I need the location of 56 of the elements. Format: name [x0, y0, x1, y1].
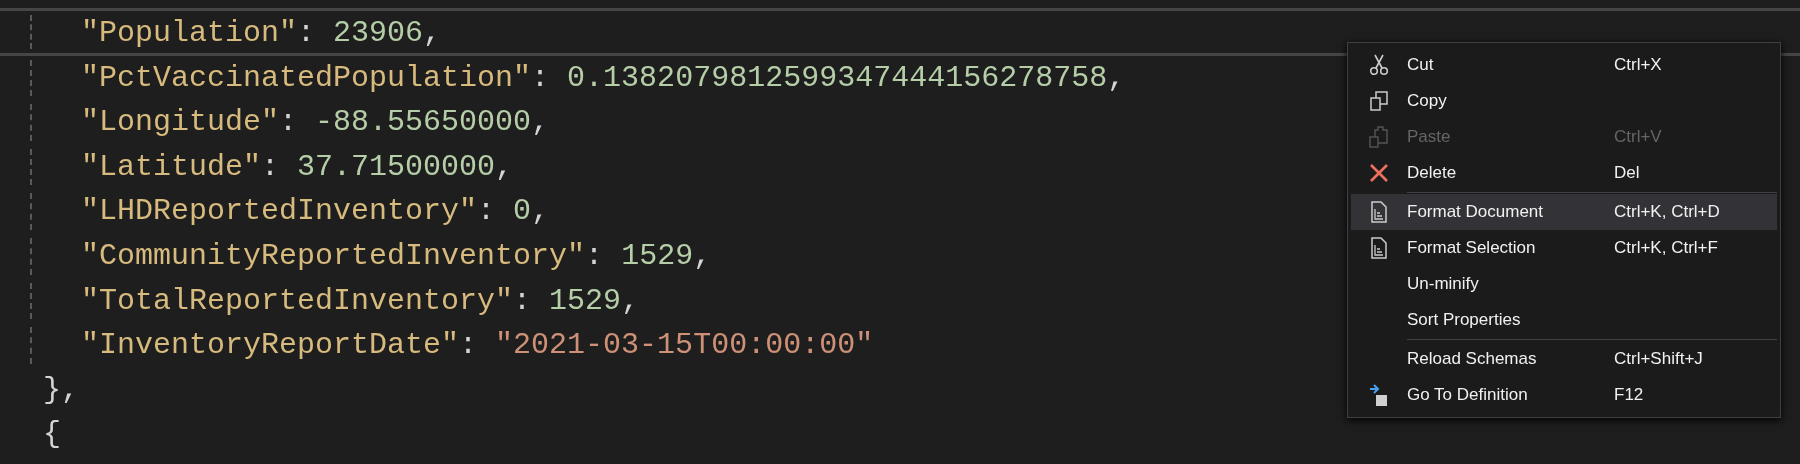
document-icon — [1370, 237, 1388, 259]
menu-item[interactable]: Cut Ctrl+X — [1351, 47, 1777, 83]
punctuation: , — [1107, 60, 1126, 95]
number-value: 1529 — [621, 238, 694, 273]
punctuation: : — [531, 60, 551, 95]
scissors-icon — [1369, 54, 1389, 76]
copy-icon — [1369, 90, 1389, 112]
punctuation: { — [43, 417, 62, 452]
menu-item[interactable]: Copy — [1351, 83, 1777, 119]
punctuation: }, — [43, 372, 80, 407]
punctuation: , — [621, 283, 640, 318]
punctuation: , — [495, 149, 514, 184]
number-value: -88.55650000 — [315, 105, 532, 140]
punctuation: : — [477, 194, 497, 229]
shortcut-text: Ctrl+K, Ctrl+F — [1614, 238, 1718, 258]
punctuation: , — [423, 16, 442, 50]
property-key: "Longitude" — [81, 105, 280, 140]
property-key: "Population" — [81, 16, 298, 50]
number-value: 37.71500000 — [297, 149, 496, 184]
punctuation: , — [531, 194, 550, 229]
shortcut-text: Del — [1614, 163, 1640, 183]
shortcut-text: Ctrl+K, Ctrl+D — [1614, 202, 1720, 222]
number-value: 1529 — [549, 283, 622, 318]
string-value: "2021-03-15T00:00:00" — [495, 328, 874, 363]
menu-item[interactable]: Un-minify — [1351, 266, 1777, 302]
menu-item[interactable]: Delete Del — [1351, 155, 1777, 191]
property-key: "LHDReportedInventory" — [81, 194, 478, 229]
menu-item[interactable]: Sort Properties — [1351, 302, 1777, 338]
shortcut-text: Ctrl+Shift+J — [1614, 349, 1703, 369]
document-icon — [1370, 201, 1388, 223]
property-key: "CommunityReportedInventory" — [81, 238, 586, 273]
shortcut-text: Ctrl+X — [1614, 55, 1662, 75]
shortcut-text: Ctrl+V — [1614, 127, 1662, 147]
number-value: 0 — [513, 194, 532, 229]
shortcut-text: F12 — [1614, 385, 1644, 405]
punctuation: , — [693, 238, 712, 273]
property-key: "TotalReportedInventory" — [81, 283, 514, 318]
number-value: 0.1382079812599347444156278758 — [567, 60, 1108, 95]
punctuation: : — [513, 283, 533, 318]
punctuation: : — [279, 105, 299, 140]
arrow-box-icon — [1369, 383, 1389, 407]
property-key: "InventoryReportDate" — [81, 328, 460, 363]
property-key: "Latitude" — [81, 149, 262, 184]
menu-item[interactable]: Reload Schemas Ctrl+Shift+J — [1351, 341, 1777, 377]
menu-item[interactable]: Format Document Ctrl+K, Ctrl+D — [1351, 194, 1777, 230]
punctuation: : — [585, 238, 605, 273]
menu-item[interactable]: Go To Definition F12 — [1351, 377, 1777, 413]
menu-item[interactable]: Format Selection Ctrl+K, Ctrl+F — [1351, 230, 1777, 266]
punctuation: , — [531, 105, 550, 140]
paste-icon — [1369, 126, 1389, 148]
close-icon — [1369, 163, 1389, 183]
punctuation: : — [459, 328, 479, 363]
number-value: 23906 — [333, 16, 424, 50]
property-key: "PctVaccinatedPopulation" — [81, 60, 532, 95]
punctuation: : — [297, 16, 317, 50]
punctuation: : — [261, 149, 281, 184]
